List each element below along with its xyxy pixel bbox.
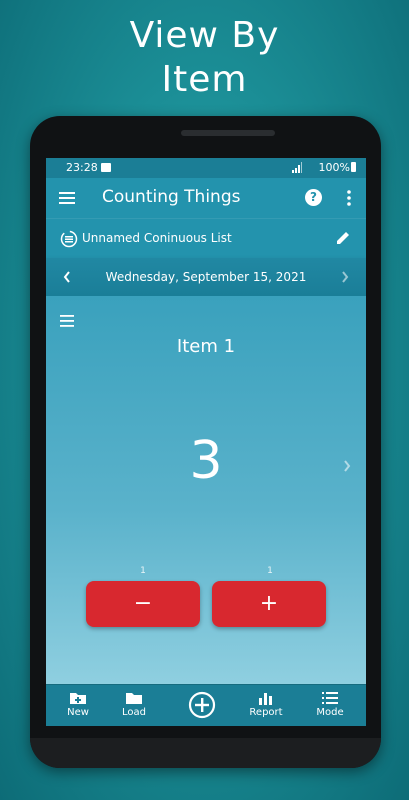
more-vert-icon[interactable]: [346, 189, 352, 207]
help-circle-icon[interactable]: ?: [305, 189, 322, 206]
nav-new-label: New: [67, 707, 89, 718]
new-folder-icon: [70, 693, 86, 704]
hamburger-menu-icon[interactable]: [58, 188, 78, 208]
promo-title-line1: View By: [129, 15, 280, 56]
list-name: Unnamed Coninuous List: [82, 231, 232, 245]
status-bar: 23:28 100%: [46, 158, 366, 178]
nav-new[interactable]: New: [48, 685, 108, 726]
nav-add-item[interactable]: [172, 685, 232, 726]
nav-mode-label: Mode: [316, 707, 344, 718]
phone-speaker: [181, 130, 275, 136]
status-time: 23:28: [66, 161, 98, 174]
notification-icon: [101, 163, 111, 172]
next-item-chevron-icon[interactable]: [342, 458, 352, 474]
promo-title: View By Item: [0, 14, 409, 102]
item-menu-icon[interactable]: [60, 314, 76, 328]
folder-icon: [126, 693, 142, 704]
nav-report[interactable]: Report: [236, 685, 296, 726]
nav-mode[interactable]: Mode: [300, 685, 360, 726]
decrement-step: 1: [140, 566, 146, 576]
count-value: 3: [189, 431, 223, 491]
bottom-nav: New Load Report Mode: [46, 684, 366, 726]
phone-frame: 23:28 100% Counting Things ? Unnamed Con…: [30, 116, 381, 768]
nav-load[interactable]: Load: [104, 685, 164, 726]
app-title: Counting Things: [102, 187, 241, 207]
bar-chart-icon: [259, 693, 272, 705]
continuous-list-icon: [60, 230, 78, 248]
current-date: Wednesday, September 15, 2021: [105, 270, 307, 284]
signal-icon: [292, 162, 302, 173]
battery-percent: 100%: [318, 161, 350, 174]
add-circle-icon: [188, 691, 216, 719]
increment-button[interactable]: +: [212, 581, 326, 627]
pencil-icon[interactable]: [334, 229, 352, 247]
promo-title-line2: Item: [161, 59, 248, 100]
phone-chin: [30, 738, 381, 768]
increment-step: 1: [267, 566, 273, 576]
app-bar: Counting Things ?: [46, 178, 366, 218]
counter-panel: Item 1 3 1 1 − +: [46, 296, 366, 684]
chevron-right-icon[interactable]: [340, 269, 350, 285]
item-name: Item 1: [176, 336, 236, 357]
list-mode-icon: [322, 692, 338, 704]
list-bar[interactable]: Unnamed Coninuous List: [46, 218, 366, 259]
decrement-button[interactable]: −: [86, 581, 200, 627]
nav-report-label: Report: [249, 707, 283, 718]
nav-load-label: Load: [122, 707, 146, 718]
battery-icon: [351, 162, 356, 172]
date-bar: Wednesday, September 15, 2021: [46, 258, 366, 296]
app-screen: 23:28 100% Counting Things ? Unnamed Con…: [46, 158, 366, 726]
